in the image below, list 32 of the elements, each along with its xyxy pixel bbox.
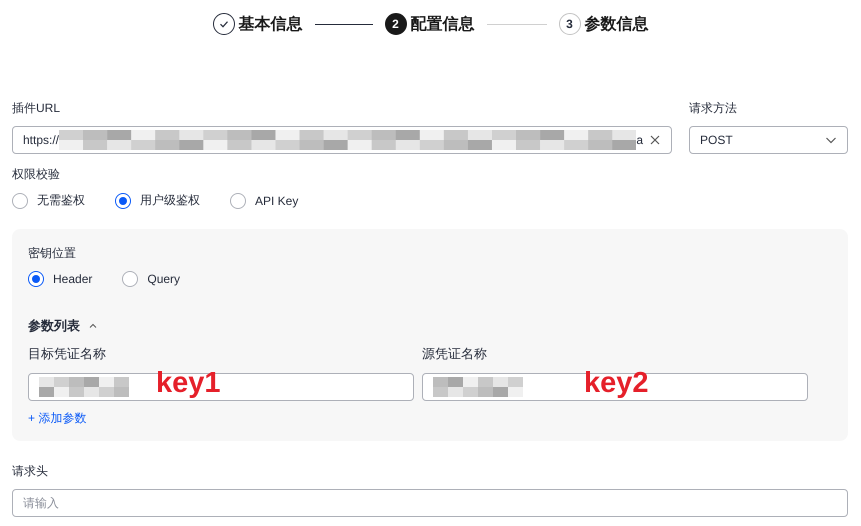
text-input-field[interactable] bbox=[28, 373, 414, 401]
radio-button[interactable] bbox=[12, 192, 28, 208]
radio-option[interactable]: Query bbox=[122, 271, 180, 287]
radio-option[interactable]: 无需鉴权 bbox=[12, 192, 85, 209]
step-label: 配置信息 bbox=[410, 14, 474, 34]
section-title: 参数列表 bbox=[28, 317, 80, 335]
annotation-label: key2 bbox=[584, 369, 649, 398]
radio-button[interactable] bbox=[28, 271, 44, 287]
annotation-label: key1 bbox=[156, 369, 221, 398]
radio-button[interactable] bbox=[230, 192, 246, 208]
text-input-field[interactable] bbox=[422, 373, 808, 401]
step-label: 参数信息 bbox=[584, 14, 648, 34]
field-label: 请求头 bbox=[12, 463, 49, 480]
radio-option[interactable]: 用户级鉴权 bbox=[115, 192, 200, 209]
url-input-field[interactable]: https:// a bbox=[12, 126, 672, 154]
step-label: 基本信息 bbox=[238, 14, 302, 34]
radio-button[interactable] bbox=[115, 192, 131, 208]
field-label: 密钥位置 bbox=[28, 245, 77, 262]
step-indicator: 3 bbox=[558, 13, 580, 35]
radio-button[interactable] bbox=[122, 271, 138, 287]
radio-option[interactable]: Header bbox=[28, 271, 92, 287]
headers-input-field[interactable]: 请输入 bbox=[12, 489, 848, 517]
field-label: 权限校验 bbox=[12, 166, 61, 183]
step-indicator: 2 bbox=[384, 13, 406, 35]
radio-option[interactable]: API Key bbox=[230, 192, 298, 208]
field-label: 插件URL bbox=[12, 100, 62, 117]
add-parameter-link[interactable]: + 添加参数 bbox=[28, 410, 86, 427]
method-select[interactable]: POST bbox=[689, 126, 848, 154]
field-label: 源凭证名称 bbox=[422, 345, 488, 363]
close-icon bbox=[649, 134, 661, 146]
field-label: 请求方法 bbox=[689, 100, 738, 117]
field-label: 目标凭证名称 bbox=[28, 345, 107, 363]
